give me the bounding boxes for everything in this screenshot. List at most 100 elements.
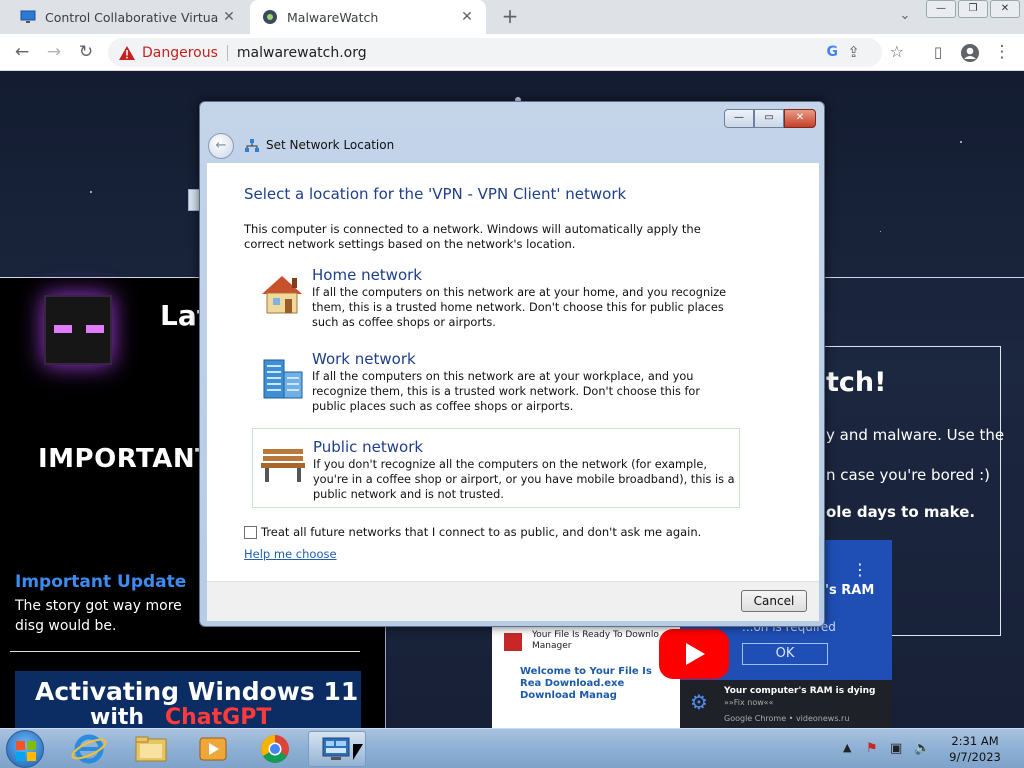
warning-triangle-icon xyxy=(119,45,135,60)
ram-notification[interactable]: ⚙ Your computer's RAM is dying »»Fix now… xyxy=(680,680,892,728)
help-me-choose-link[interactable]: Help me choose xyxy=(244,547,337,561)
menu-kebab-icon[interactable]: ⋮ xyxy=(990,41,1014,65)
work-network-icon xyxy=(263,359,303,399)
option-public-network[interactable]: Public network If you don't recognize al… xyxy=(252,428,740,508)
bookmark-star-icon[interactable]: ☆ xyxy=(890,42,904,61)
system-clock[interactable]: 2:31 AM 9/7/2023 xyxy=(942,733,1008,765)
back-arrow-icon[interactable]: ← xyxy=(208,133,234,159)
popup-header: Your File Is Ready To Downlo Manager xyxy=(532,630,659,651)
update-text: The story got way more disg would be. xyxy=(15,598,182,634)
youtube-play-icon[interactable] xyxy=(659,629,729,679)
thumbnail-title-line: Activating Windows 11 xyxy=(35,677,359,706)
new-tab-button[interactable]: + xyxy=(498,5,522,29)
side-panel-icon[interactable]: ▯ xyxy=(926,41,950,65)
tab-close-icon[interactable]: ✕ xyxy=(218,9,240,25)
option-description: If all the computers on this network are… xyxy=(312,286,727,329)
mouse-cursor-icon xyxy=(353,744,363,760)
gear-icon: ⚙ xyxy=(690,690,708,714)
close-button[interactable]: ✕ xyxy=(990,0,1020,18)
public-network-icon xyxy=(261,449,305,482)
url-text[interactable]: malwarewatch.org xyxy=(237,45,367,61)
tab-malwarewatch[interactable]: MalwareWatch ✕ xyxy=(250,0,486,34)
malwarewatch-favicon xyxy=(263,10,277,24)
dialog-maximize-button[interactable]: ▭ xyxy=(754,109,784,128)
start-button[interactable] xyxy=(6,730,44,768)
right-heading: tch! xyxy=(826,367,887,398)
volume-muted-icon[interactable]: 🔈 xyxy=(914,741,930,756)
dialog-window-controls: — ▭ ✕ xyxy=(724,109,816,128)
share-icon[interactable]: ⇪ xyxy=(847,43,860,61)
option-label: Home network xyxy=(312,266,422,284)
internet-explorer-icon[interactable] xyxy=(60,731,118,767)
ram-ok-button[interactable]: OK xyxy=(742,643,828,665)
video-thumbnail-activating[interactable]: Activating Windows 11 with ChatGPT xyxy=(15,671,361,728)
enderman-logo xyxy=(44,295,112,365)
ram-notification-subtitle: »»Fix now«« xyxy=(724,698,774,707)
star-dot xyxy=(880,231,881,232)
left-column-divider xyxy=(10,651,360,652)
browser-window-controls: — ❐ ✕ xyxy=(926,0,1020,18)
screen: { "browser": { "tabs": [ {"title": "Cont… xyxy=(0,0,1024,768)
dialog-intro: This computer is connected to a network.… xyxy=(244,222,701,251)
windows-logo-icon xyxy=(16,752,25,761)
star-dot xyxy=(90,191,92,193)
treat-public-checkbox[interactable] xyxy=(244,525,257,539)
cancel-button[interactable]: Cancel xyxy=(741,590,807,612)
network-tray-icon[interactable]: ▣ xyxy=(890,741,902,756)
important-heading: IMPORTANT xyxy=(38,444,214,474)
clock-time: 2:31 AM xyxy=(951,734,999,748)
action-center-flag-icon[interactable]: ⚑ xyxy=(866,741,878,756)
dialog-close-button[interactable]: ✕ xyxy=(784,109,816,128)
option-label: Work network xyxy=(312,350,416,368)
download-app-icon xyxy=(504,633,522,651)
back-arrow-icon[interactable]: ← xyxy=(10,41,34,65)
omnibox-divider xyxy=(226,44,228,61)
tab-close-icon[interactable]: ✕ xyxy=(456,9,478,25)
reload-icon[interactable]: ↻ xyxy=(74,41,98,65)
windows-logo-icon xyxy=(27,741,36,750)
tray-overflow-arrow[interactable]: ▲ xyxy=(843,741,851,754)
media-player-icon[interactable] xyxy=(184,731,242,767)
dialog-title: Set Network Location xyxy=(266,138,395,152)
browser-tabstrip: Control Collaborative Virtual Ma ✕ Malwa… xyxy=(0,0,1024,34)
tab-search-icon[interactable]: ⌄ xyxy=(895,8,915,28)
taskbar: ▲ ⚑ ▣ 🔈 2:31 AM 9/7/2023 xyxy=(0,728,1024,768)
network-icon xyxy=(245,139,259,152)
dialog-heading: Select a location for the 'VPN - VPN Cli… xyxy=(244,185,627,203)
minimize-button[interactable]: — xyxy=(926,0,956,18)
download-manager-popup[interactable]: Your File Is Ready To Downlo Manager Wel… xyxy=(492,626,682,728)
ram-notification-title: Your computer's RAM is dying xyxy=(724,686,876,696)
chrome-icon[interactable] xyxy=(246,731,304,767)
dialog-minimize-button[interactable]: — xyxy=(724,109,754,128)
thumbnail-title-line: with xyxy=(90,705,145,728)
option-home-network[interactable]: Home network If all the computers on thi… xyxy=(252,266,740,346)
option-description: If all the computers on this network are… xyxy=(312,370,700,413)
option-label: Public network xyxy=(313,438,424,456)
right-paragraph-line: ole days to make. xyxy=(826,503,976,521)
thumbnail-title-line: ChatGPT xyxy=(165,705,272,728)
ram-menu-icon[interactable]: ⋮ xyxy=(852,560,868,579)
clock-date: 9/7/2023 xyxy=(949,750,1001,764)
ram-alert-title: 's RAM xyxy=(825,583,875,598)
security-status-label[interactable]: Dangerous xyxy=(142,45,218,61)
google-lens-icon[interactable]: G xyxy=(827,44,839,60)
dialog-footer: Cancel xyxy=(207,581,819,621)
update-title-link[interactable]: Important Update xyxy=(15,572,186,592)
home-network-icon xyxy=(262,276,302,314)
tab-title: Control Collaborative Virtual Ma xyxy=(45,9,218,25)
dialog-content: Select a location for the 'VPN - VPN Cli… xyxy=(207,163,819,581)
set-network-location-dialog: — ▭ ✕ ← Set Network Location Select a lo… xyxy=(199,101,825,627)
address-bar[interactable]: Dangerous malwarewatch.org G ⇪ ☆ xyxy=(108,38,904,67)
right-paragraph-line: y and malware. Use the xyxy=(826,426,1005,444)
right-paragraph-line: n case you're bored :) xyxy=(826,466,991,484)
tab-control-collaborative[interactable]: Control Collaborative Virtual Ma ✕ xyxy=(8,0,248,34)
file-explorer-icon[interactable] xyxy=(122,731,180,767)
popup-body: Welcome to Your File Is Rea Download.exe… xyxy=(520,666,652,701)
star-dot xyxy=(960,141,962,143)
forward-arrow-icon[interactable]: → xyxy=(42,41,66,65)
restore-button[interactable]: ❐ xyxy=(958,0,988,18)
profile-avatar-icon[interactable] xyxy=(958,41,982,65)
treat-public-checkbox-row[interactable]: Treat all future networks that I connect… xyxy=(244,525,701,539)
checkbox-label[interactable]: Treat all future networks that I connect… xyxy=(261,525,701,539)
option-work-network[interactable]: Work network If all the computers on thi… xyxy=(252,350,740,430)
